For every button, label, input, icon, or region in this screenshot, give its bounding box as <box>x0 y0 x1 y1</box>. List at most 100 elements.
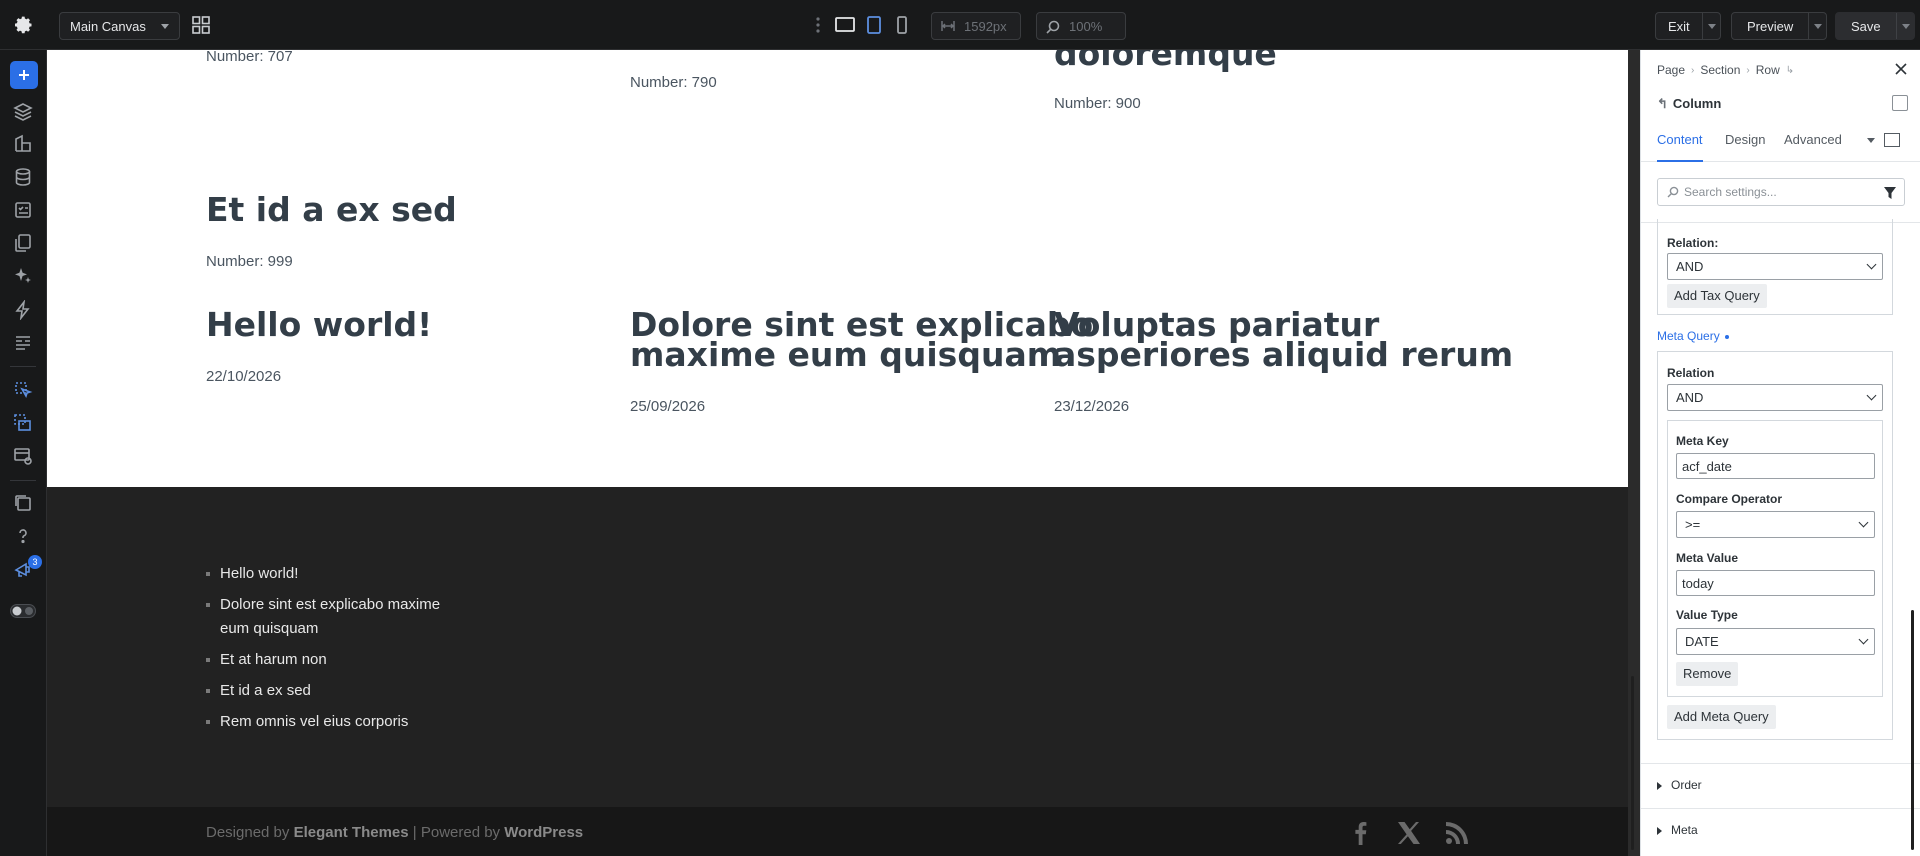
ai-sparkle-icon[interactable] <box>13 266 33 286</box>
footer-link-text: Hello world! <box>220 565 299 582</box>
post-item: Number: 707 <box>206 50 293 65</box>
canvas-width-value: 1592px <box>964 19 1007 34</box>
filter-icon[interactable] <box>1884 187 1896 199</box>
meta-relation-select[interactable]: AND <box>1667 384 1883 411</box>
history-icon[interactable] <box>13 493 33 513</box>
meta-key-input[interactable]: acf_date <box>1676 453 1875 479</box>
credit-theme-link[interactable]: Elegant Themes <box>294 824 409 841</box>
footer-link-text: Rem omnis vel eius corporis <box>220 713 409 730</box>
footer-link[interactable]: Rem omnis vel eius corporis <box>206 710 466 734</box>
remove-meta-query-button[interactable]: Remove <box>1676 662 1739 686</box>
footer: Hello world! Dolore sint est explicabo m… <box>47 487 1628 807</box>
footer-link[interactable]: Et id a ex sed <box>206 679 466 703</box>
post-title-line: maxime eum quisquam <box>630 335 1062 374</box>
x-twitter-icon[interactable] <box>1396 820 1422 846</box>
panel-scrollbar[interactable] <box>1911 610 1914 850</box>
tab-content[interactable]: Content <box>1657 129 1703 162</box>
value-type-label: Value Type <box>1676 608 1738 622</box>
post-item: Number: 790 <box>630 74 717 91</box>
post-item: doloremque Number: 900 <box>1054 50 1277 112</box>
meta-key-label: Meta Key <box>1676 434 1729 448</box>
canvas-scrollbar[interactable] <box>1631 676 1634 850</box>
tab-design[interactable]: Design <box>1725 129 1765 162</box>
post-title[interactable]: Dolore sint est explicabo maxime eum quis… <box>630 308 1093 371</box>
builder-canvas[interactable]: Number: 707 Number: 790 doloremque Numbe… <box>47 50 1628 856</box>
post-meta: Number: 999 <box>206 253 293 270</box>
breadcrumb-row[interactable]: Row <box>1756 63 1780 77</box>
module-title[interactable]: ↰ Column <box>1657 96 1721 112</box>
post-title[interactable]: Voluptas pariatur asperiores aliquid reru… <box>1054 308 1513 371</box>
breadcrumb-page[interactable]: Page <box>1657 63 1685 77</box>
layers-icon[interactable] <box>13 102 33 122</box>
post-title[interactable]: Et id a ex sed <box>206 193 457 226</box>
forms-icon[interactable] <box>13 200 33 220</box>
compare-operator-select[interactable]: >= <box>1676 511 1875 538</box>
chevron-down-icon <box>1858 634 1869 645</box>
save-button[interactable]: Save <box>1835 12 1915 40</box>
tab-extra-icon[interactable] <box>1884 133 1900 147</box>
post-item: Et id a ex sed Number: 999 <box>206 193 457 270</box>
theme-builder-icon[interactable] <box>13 134 33 154</box>
preview-dropdown-icon[interactable] <box>1808 13 1826 39</box>
footer-credit: Designed by Elegant Themes | Powered by … <box>206 824 583 841</box>
tabs-more-icon[interactable] <box>1867 138 1875 143</box>
portability-icon[interactable] <box>13 380 33 400</box>
search-settings-input[interactable]: Search settings... <box>1657 178 1905 206</box>
post-title[interactable]: Hello world! <box>206 308 432 341</box>
exit-button[interactable]: Exit <box>1655 12 1721 40</box>
post-meta: Number: 900 <box>1054 95 1141 112</box>
close-icon[interactable] <box>1894 62 1908 76</box>
meta-relation-value: AND <box>1676 390 1704 405</box>
exit-dropdown-icon[interactable] <box>1701 13 1720 39</box>
add-meta-query-button[interactable]: Add Meta Query <box>1667 705 1776 729</box>
meta-value-input[interactable]: today <box>1676 570 1875 596</box>
breadcrumb-section[interactable]: Section <box>1700 63 1740 77</box>
library-icon[interactable] <box>13 413 33 433</box>
phone-view-icon[interactable] <box>892 16 912 34</box>
post-title[interactable]: doloremque <box>1054 50 1277 70</box>
meta-query-section-title[interactable]: Meta Query <box>1657 329 1729 343</box>
credit-separator: | Powered by <box>412 824 501 841</box>
chevron-right-icon: › <box>1746 64 1750 76</box>
accordion-meta[interactable]: Meta <box>1641 808 1920 853</box>
footer-link[interactable]: Et at harum non <box>206 648 466 672</box>
tax-relation-label: Relation: <box>1667 236 1719 250</box>
preview-button[interactable]: Preview <box>1731 12 1828 40</box>
tablet-view-icon[interactable] <box>864 16 884 34</box>
lightning-icon[interactable] <box>13 300 33 320</box>
value-type-select[interactable]: DATE <box>1676 628 1875 655</box>
presets-icon[interactable] <box>13 446 33 466</box>
more-options-icon[interactable] <box>815 16 821 34</box>
meta-relation-label: Relation <box>1667 366 1715 380</box>
post-meta: Number: 707 <box>206 50 293 65</box>
facebook-icon[interactable] <box>1348 820 1374 846</box>
accordion-order[interactable]: Order <box>1641 763 1920 808</box>
panel-layout-toggle-icon[interactable] <box>1892 95 1908 111</box>
preview-label: Preview <box>1747 18 1794 34</box>
footer-bottom-bar: Designed by Elegant Themes | Powered by … <box>47 807 1628 856</box>
layout-icon[interactable] <box>13 333 33 353</box>
dark-mode-toggle-icon[interactable] <box>10 604 36 618</box>
help-icon[interactable] <box>13 526 33 546</box>
footer-link[interactable]: Dolore sint est explicabo maxime eum quis… <box>206 593 466 641</box>
add-module-button[interactable] <box>10 61 38 89</box>
grid-icon[interactable] <box>192 16 210 34</box>
add-tax-query-button[interactable]: Add Tax Query <box>1667 284 1767 308</box>
chevron-down-icon <box>1858 517 1869 528</box>
zoom-field[interactable]: 100% <box>1036 12 1126 40</box>
canvas-select[interactable]: Main Canvas <box>59 12 180 40</box>
tab-advanced[interactable]: Advanced <box>1784 129 1842 162</box>
gear-icon[interactable] <box>14 15 34 35</box>
credit-wordpress-link[interactable]: WordPress <box>504 824 583 841</box>
chevron-right-icon: › <box>1691 64 1695 76</box>
desktop-view-icon[interactable] <box>835 16 855 34</box>
database-icon[interactable] <box>13 167 33 187</box>
settings-panel: Page › Section › Row ↳ ↰ Column Content D… <box>1640 50 1920 856</box>
tax-relation-select[interactable]: AND <box>1667 253 1883 280</box>
rss-icon[interactable] <box>1444 820 1470 846</box>
footer-link-text: Dolore sint est explicabo maxime <box>220 596 441 613</box>
canvas-width-field[interactable]: 1592px <box>931 12 1021 40</box>
footer-link[interactable]: Hello world! <box>206 562 466 586</box>
save-dropdown-icon[interactable] <box>1895 13 1914 39</box>
pages-icon[interactable] <box>13 233 33 253</box>
